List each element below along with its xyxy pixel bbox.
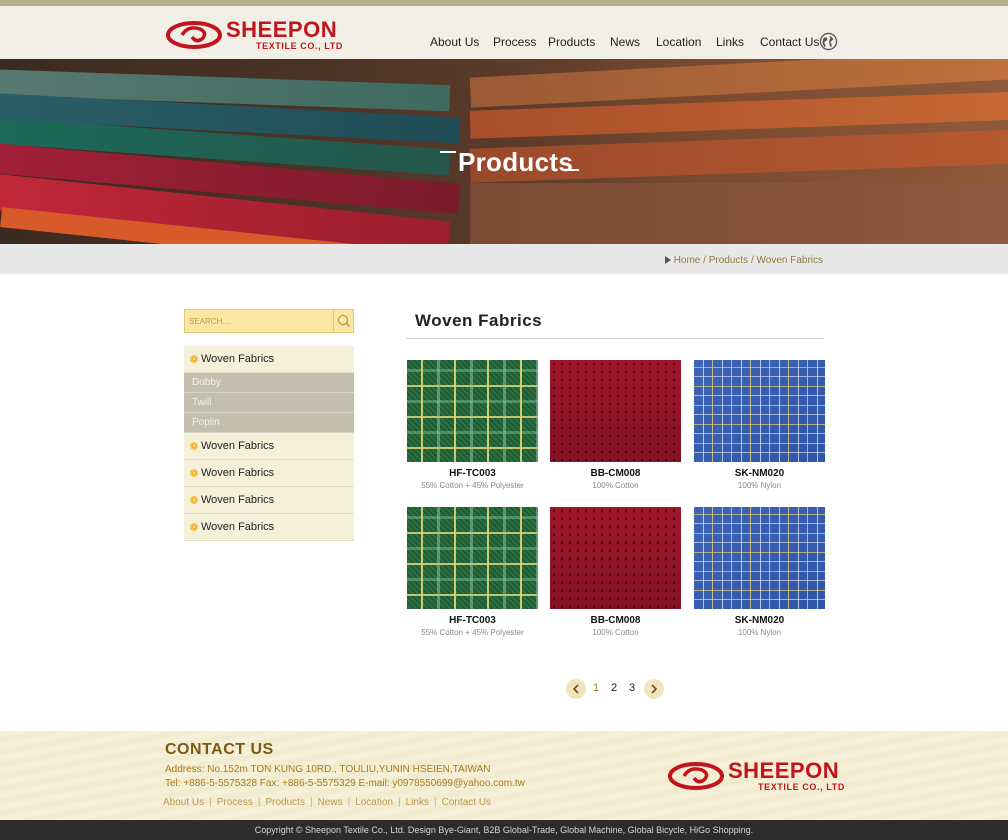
- nav-links[interactable]: Links: [716, 35, 744, 49]
- nav-process[interactable]: Process: [493, 35, 536, 49]
- product-desc: 100% Nylon: [737, 628, 782, 637]
- search-input[interactable]: [189, 314, 329, 328]
- product-swatch[interactable]: [407, 360, 538, 462]
- next-page-button[interactable]: [644, 679, 664, 699]
- product-swatch[interactable]: [407, 507, 538, 609]
- product-code[interactable]: BB-CM008: [550, 615, 681, 626]
- chevron-left-icon: [572, 684, 579, 694]
- product-code[interactable]: SK-NM020: [694, 468, 825, 479]
- sidebar-subitem-poplin[interactable]: Poplin: [184, 413, 354, 433]
- footer-phone-line: Tel: +886-5-5575328 Fax: +886-5-5575329 …: [165, 778, 525, 789]
- brand-name: SHEEPON: [728, 758, 840, 783]
- page-1[interactable]: 1: [593, 682, 599, 694]
- page-2[interactable]: 2: [611, 682, 617, 694]
- section-title: Woven Fabrics: [415, 311, 543, 330]
- product-swatch[interactable]: [550, 507, 681, 609]
- site-footer: CONTACT US Address: No.152m TON KUNG 10R…: [0, 731, 1008, 820]
- breadcrumb[interactable]: Home / Products / Woven Fabrics: [664, 255, 823, 266]
- category-sidebar: Woven Fabrics Dobby Twill Poplin Woven F…: [184, 346, 354, 541]
- nav-products[interactable]: Products: [548, 35, 595, 49]
- brand-subtitle: TEXTILE CO., LTD: [758, 782, 845, 792]
- sidebar-item-woven-fabrics[interactable]: Woven Fabrics: [184, 460, 354, 487]
- sidebar-item-label: Woven Fabrics: [201, 353, 275, 365]
- breadcrumb-text[interactable]: Home / Products / Woven Fabrics: [674, 255, 823, 266]
- play-arrow-icon: [664, 256, 671, 265]
- product-desc: 55% Cotton + 45% Polyester: [421, 628, 524, 637]
- footer-link-contact-us[interactable]: Contact Us: [442, 797, 491, 808]
- sidebar-item-label: Woven Fabrics: [201, 467, 275, 479]
- product-code[interactable]: HF-TC003: [407, 615, 538, 626]
- product-desc: 55% Cotton + 45% Polyester: [421, 481, 524, 490]
- nav-location[interactable]: Location: [656, 35, 701, 49]
- brand-name: SHEEPON: [226, 17, 338, 42]
- footer-address: Address: No.152m TON KUNG 10RD., TOULIU,…: [165, 764, 491, 775]
- product-desc: 100% Nylon: [737, 481, 782, 490]
- copyright-bar: Copyright © Sheepon Textile Co., Ltd. De…: [0, 820, 1008, 840]
- sidebar-subitem-twill[interactable]: Twill: [184, 393, 354, 413]
- bullet-icon: [190, 469, 198, 477]
- search-box: [184, 309, 354, 333]
- product-code[interactable]: SK-NM020: [694, 615, 825, 626]
- footer-link-about-us[interactable]: About Us: [163, 797, 204, 808]
- sidebar-item-woven-fabrics[interactable]: Woven Fabrics: [184, 514, 354, 541]
- nav-contact-us[interactable]: Contact Us: [760, 35, 819, 49]
- product-code[interactable]: BB-CM008: [550, 468, 681, 479]
- search-button[interactable]: [333, 310, 353, 332]
- nav-news[interactable]: News: [610, 35, 640, 49]
- bullet-icon: [190, 442, 198, 450]
- sidebar-item-label: Woven Fabrics: [201, 440, 275, 452]
- nav-about-us[interactable]: About Us: [430, 35, 479, 49]
- footer-link-process[interactable]: Process: [217, 797, 253, 808]
- hero-title: Products: [458, 147, 574, 177]
- page-3[interactable]: 3: [629, 682, 635, 694]
- globe-icon[interactable]: [819, 32, 838, 51]
- product-code[interactable]: HF-TC003: [407, 468, 538, 479]
- contact-title: CONTACT US: [165, 741, 274, 758]
- footer-link-news[interactable]: News: [318, 797, 343, 808]
- sidebar-item-woven-fabrics[interactable]: Woven Fabrics: [184, 433, 354, 460]
- product-desc: 100% Cotton: [592, 628, 639, 637]
- hero-title-underline: [563, 169, 579, 171]
- sidebar-item-woven-fabrics[interactable]: Woven Fabrics: [184, 487, 354, 514]
- logo-swirl-icon: [166, 21, 222, 49]
- hero-banner: Products: [0, 59, 1008, 244]
- footer-link-location[interactable]: Location: [355, 797, 393, 808]
- footer-link-links[interactable]: Links: [406, 797, 429, 808]
- prev-page-button[interactable]: [566, 679, 586, 699]
- search-icon: [337, 314, 351, 328]
- footer-links: About Us | Process | Products | News | Location |…: [163, 797, 492, 808]
- bullet-icon: [190, 355, 198, 363]
- product-swatch[interactable]: [550, 360, 681, 462]
- product-swatch[interactable]: [694, 507, 825, 609]
- sidebar-item-woven-fabrics[interactable]: Woven Fabrics: [184, 346, 354, 373]
- bullet-icon: [190, 496, 198, 504]
- sidebar-item-label: Woven Fabrics: [201, 521, 275, 533]
- footer-brand-logo[interactable]: SHEEPON TEXTILE CO., LTD: [668, 758, 844, 796]
- bullet-icon: [190, 523, 198, 531]
- sidebar-item-label: Woven Fabrics: [201, 494, 275, 506]
- product-swatch[interactable]: [694, 360, 825, 462]
- brand-logo[interactable]: SHEEPON TEXTILE CO., LTD: [166, 17, 343, 53]
- hero-title-dash: [440, 151, 456, 153]
- product-desc: 100% Cotton: [592, 481, 639, 490]
- footer-link-products[interactable]: Products: [265, 797, 304, 808]
- breadcrumb-bar: Home / Products / Woven Fabrics: [0, 244, 1008, 274]
- sidebar-subitem-dobby[interactable]: Dobby: [184, 373, 354, 393]
- brand-subtitle: TEXTILE CO., LTD: [256, 41, 343, 51]
- fabric-band: [470, 183, 1008, 244]
- logo-swirl-icon: [668, 762, 724, 790]
- section-divider: [406, 338, 824, 339]
- site-header: SHEEPON TEXTILE CO., LTD About Us Proces…: [0, 6, 1008, 59]
- chevron-right-icon: [651, 684, 658, 694]
